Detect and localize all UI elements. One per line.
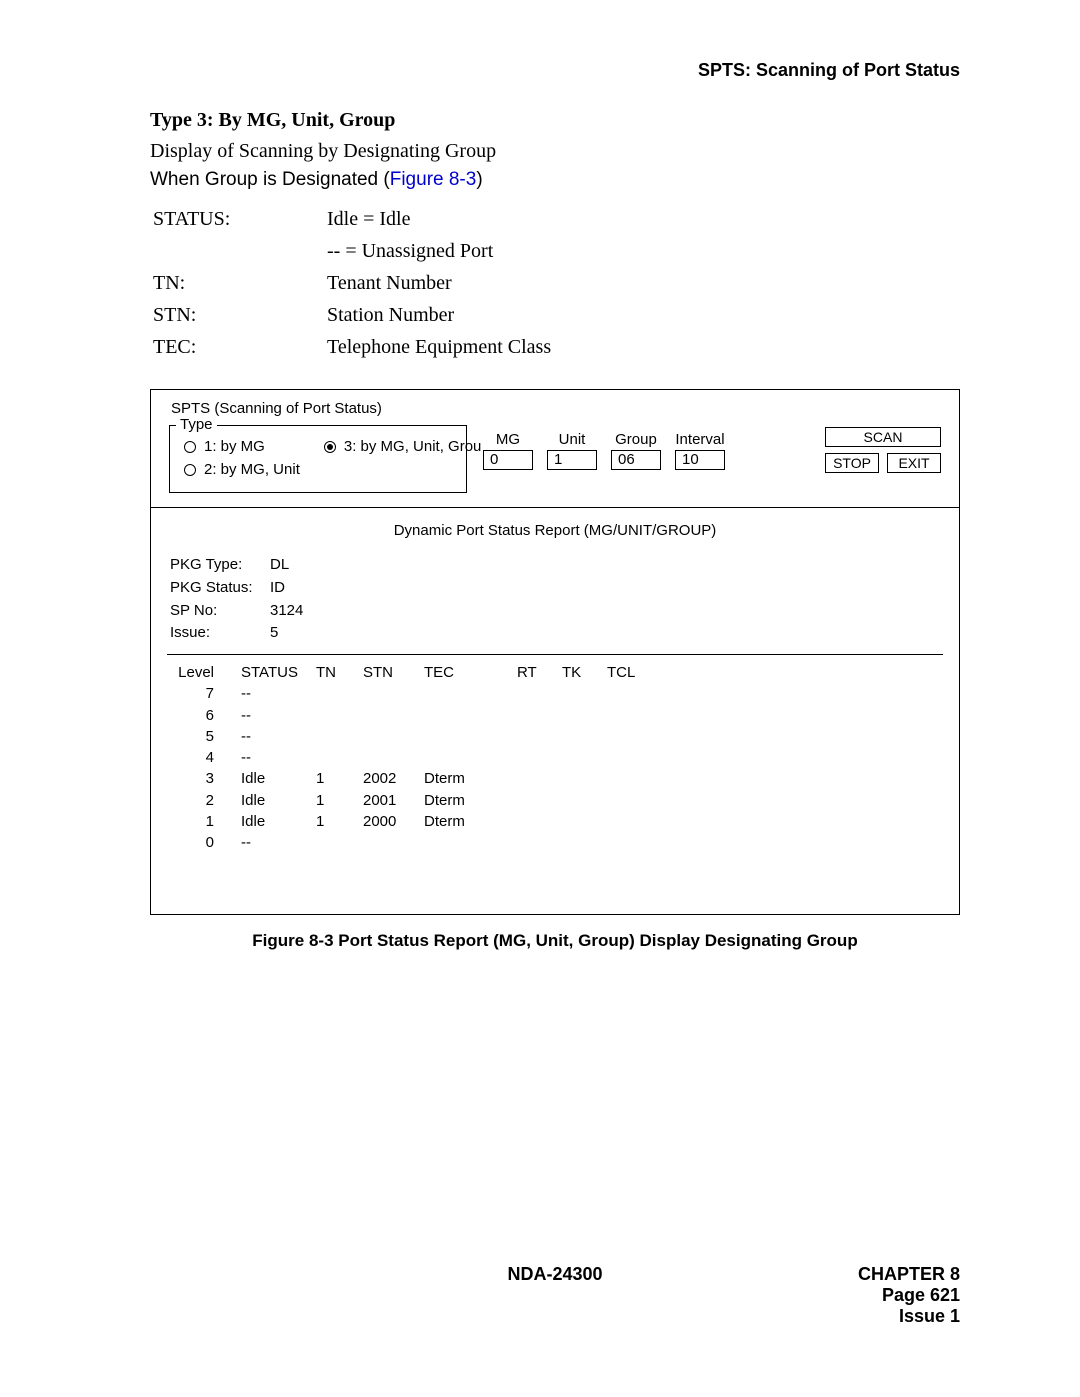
col-stn: STN: [362, 663, 421, 682]
table-row: 4--: [169, 748, 661, 767]
pkg-type-value: DL: [269, 555, 304, 576]
def-label: TEC:: [152, 335, 324, 365]
col-level: Level: [169, 663, 238, 682]
interval-field: Interval 10: [675, 431, 725, 470]
report-panel: Dynamic Port Status Report (MG/UNIT/GROU…: [151, 508, 959, 914]
mg-field: MG 0: [483, 431, 533, 470]
radio-icon: [324, 441, 336, 453]
numeric-fields: MG 0 Unit 1 Group 06 Interval 10: [483, 431, 725, 470]
page-footer: NDA-24300 CHAPTER 8 Page 621 Issue 1: [150, 1264, 960, 1327]
group-input[interactable]: 06: [611, 450, 661, 470]
table-row: 5--: [169, 727, 661, 746]
report-title: Dynamic Port Status Report (MG/UNIT/GROU…: [167, 522, 943, 539]
footer-page: Page 621: [858, 1285, 960, 1306]
def-label: STATUS:: [152, 207, 324, 237]
figure-caption: Figure 8-3 Port Status Report (MG, Unit,…: [150, 931, 960, 951]
spts-window-top: SPTS (Scanning of Port Status) Type 1: b…: [151, 390, 959, 508]
section-line1: Display of Scanning by Designating Group: [150, 140, 960, 163]
report-divider: [167, 654, 943, 655]
type-legend: Type: [176, 416, 217, 433]
def-row: STN:Station Number: [152, 303, 552, 333]
def-value: Station Number: [326, 303, 552, 333]
table-row: 3Idle12002Dterm: [169, 769, 661, 788]
def-label: TN:: [152, 271, 324, 301]
radio-by-mg-unit[interactable]: 2: by MG, Unit: [184, 461, 300, 478]
figure-link[interactable]: Figure 8-3: [390, 169, 477, 190]
type-fieldset: Type 1: by MG 2: by MG, Unit: [169, 425, 467, 493]
radio-label: 1: by MG: [204, 438, 265, 455]
mg-label: MG: [496, 431, 520, 448]
def-row: -- = Unassigned Port: [152, 239, 552, 269]
pkg-status-label: PKG Status:: [169, 578, 267, 599]
unit-label: Unit: [559, 431, 586, 448]
report-meta: PKG Type:DL PKG Status:ID SP No:3124 Iss…: [167, 553, 306, 646]
footer-doc-number: NDA-24300: [150, 1264, 960, 1285]
def-label: [152, 239, 324, 269]
button-column: SCAN STOP EXIT: [825, 427, 941, 473]
sp-no-label: SP No:: [169, 601, 267, 622]
section-title: Type 3: By MG, Unit, Group: [150, 109, 960, 132]
def-row: STATUS:Idle = Idle: [152, 207, 552, 237]
def-value: -- = Unassigned Port: [326, 239, 552, 269]
footer-issue: Issue 1: [858, 1306, 960, 1327]
col-tec: TEC: [423, 663, 514, 682]
group-label: Group: [615, 431, 657, 448]
section-line2-prefix: When Group is Designated (: [150, 169, 390, 190]
spts-window: SPTS (Scanning of Port Status) Type 1: b…: [150, 389, 960, 915]
exit-button[interactable]: EXIT: [887, 453, 941, 473]
radio-by-mg-unit-group[interactable]: 3: by MG, Unit, Grou: [324, 438, 482, 455]
scan-button[interactable]: SCAN: [825, 427, 941, 447]
col-tn: TN: [315, 663, 360, 682]
stop-button[interactable]: STOP: [825, 453, 879, 473]
issue-label: Issue:: [169, 623, 267, 644]
pkg-type-label: PKG Type:: [169, 555, 267, 576]
def-label: STN:: [152, 303, 324, 333]
def-value: Telephone Equipment Class: [326, 335, 552, 365]
radio-label: 3: by MG, Unit, Grou: [344, 438, 482, 455]
col-status: STATUS: [240, 663, 313, 682]
table-row: 1Idle12000Dterm: [169, 812, 661, 831]
table-row: 0--: [169, 833, 661, 852]
radio-icon: [184, 464, 196, 476]
def-value: Idle = Idle: [326, 207, 552, 237]
sp-no-value: 3124: [269, 601, 304, 622]
def-row: TN:Tenant Number: [152, 271, 552, 301]
port-status-table: Level STATUS TN STN TEC RT TK TCL 7-- 6-…: [167, 661, 663, 854]
col-rt: RT: [516, 663, 559, 682]
radio-icon: [184, 441, 196, 453]
def-row: TEC:Telephone Equipment Class: [152, 335, 552, 365]
table-header-row: Level STATUS TN STN TEC RT TK TCL: [169, 663, 661, 682]
mg-input[interactable]: 0: [483, 450, 533, 470]
radio-by-mg[interactable]: 1: by MG: [184, 438, 300, 455]
col-tcl: TCL: [606, 663, 661, 682]
table-row: 6--: [169, 706, 661, 725]
section-line2-suffix: ): [476, 169, 482, 190]
pkg-status-value: ID: [269, 578, 304, 599]
unit-input[interactable]: 1: [547, 450, 597, 470]
footer-chapter: CHAPTER 8: [858, 1264, 960, 1285]
unit-field: Unit 1: [547, 431, 597, 470]
section-line2: When Group is Designated (Figure 8-3): [150, 169, 960, 191]
interval-input[interactable]: 10: [675, 450, 725, 470]
col-tk: TK: [561, 663, 604, 682]
window-title: SPTS (Scanning of Port Status): [171, 400, 941, 417]
page-header-right: SPTS: Scanning of Port Status: [150, 60, 960, 81]
def-value: Tenant Number: [326, 271, 552, 301]
table-row: 2Idle12001Dterm: [169, 791, 661, 810]
definitions-table: STATUS:Idle = Idle -- = Unassigned Port …: [150, 205, 554, 367]
interval-label: Interval: [675, 431, 724, 448]
table-row: 7--: [169, 684, 661, 703]
issue-value: 5: [269, 623, 304, 644]
group-field: Group 06: [611, 431, 661, 470]
radio-label: 2: by MG, Unit: [204, 461, 300, 478]
